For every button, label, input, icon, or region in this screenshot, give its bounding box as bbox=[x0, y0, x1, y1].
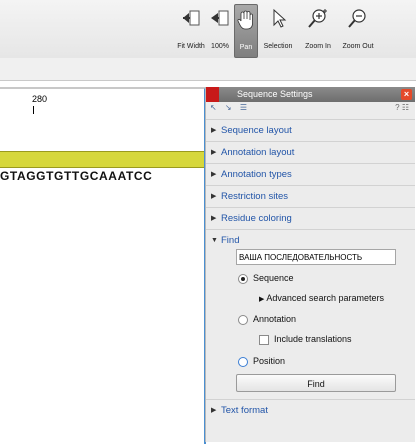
panel-title-bar: Sequence Settings × bbox=[206, 87, 415, 102]
panel-toolbar: ↖ ↘ ☰ ? ☷ bbox=[206, 102, 415, 116]
zoom-out-button[interactable]: Zoom Out bbox=[338, 4, 378, 56]
section-annotation-types[interactable]: ▶ Annotation types bbox=[206, 163, 415, 185]
expand-arrow-icon: ▶ bbox=[211, 171, 217, 178]
panel-tools-icons[interactable]: ↖ ↘ ☰ bbox=[210, 103, 250, 112]
expand-arrow-icon: ▶ bbox=[211, 127, 217, 134]
position-radio[interactable] bbox=[238, 357, 248, 367]
expand-arrow-icon: ▶ bbox=[211, 215, 217, 222]
collapse-arrow-icon: ▼ bbox=[211, 237, 218, 244]
help-icon[interactable]: ? ☷ bbox=[395, 103, 409, 112]
close-icon[interactable]: × bbox=[401, 89, 412, 100]
zoom-in-icon bbox=[308, 9, 327, 28]
zoom-in-button[interactable]: Zoom In bbox=[300, 4, 336, 56]
position-radio-label: Position bbox=[253, 356, 286, 366]
zoom-100-button[interactable]: 100% bbox=[206, 4, 234, 56]
zoom-out-icon bbox=[348, 9, 366, 28]
section-find[interactable]: ▼ Find bbox=[206, 229, 415, 251]
view-header-bar bbox=[0, 58, 416, 81]
annotation-radio-label: Annotation bbox=[253, 314, 297, 324]
sequence-text[interactable]: GTAGGTGTTGCAAATCC bbox=[0, 169, 204, 183]
expand-arrow-icon: ▶ bbox=[259, 296, 265, 303]
sequence-view[interactable]: 280 GTAGGTGTTGCAAATCC bbox=[0, 87, 206, 444]
include-translations-checkbox[interactable] bbox=[259, 335, 269, 345]
sequence-radio[interactable] bbox=[238, 274, 248, 284]
panel-title: Sequence Settings bbox=[237, 89, 313, 99]
advanced-search-toggle[interactable]: ▶ Advanced search parameters bbox=[259, 293, 384, 303]
ruler-tick bbox=[33, 106, 34, 114]
hand-icon bbox=[237, 10, 253, 30]
sequence-settings-panel: Sequence Settings × ↖ ↘ ☰ ? ☷ ▶ Sequence… bbox=[205, 87, 415, 442]
expand-arrow-icon: ▶ bbox=[211, 407, 217, 414]
fit-width-button[interactable]: Fit Width bbox=[176, 4, 206, 56]
sequence-radio-label: Sequence bbox=[253, 273, 294, 283]
selection-button[interactable]: Selection bbox=[258, 4, 298, 56]
pan-button[interactable]: Pan bbox=[234, 4, 258, 58]
section-sequence-layout[interactable]: ▶ Sequence layout bbox=[206, 119, 415, 141]
section-text-format[interactable]: ▶ Text format bbox=[206, 399, 415, 421]
expand-arrow-icon: ▶ bbox=[211, 193, 217, 200]
find-search-input[interactable]: ВАША ПОСЛЕДОВАТЕЛЬНОСТЬ bbox=[236, 249, 396, 265]
include-translations-label: Include translations bbox=[274, 334, 352, 344]
ruler-position-label: 280 bbox=[32, 94, 48, 104]
zoom-100-icon bbox=[211, 10, 229, 26]
panel-color-strip bbox=[206, 87, 219, 102]
annotation-bar[interactable] bbox=[0, 151, 204, 168]
toolbar: Fit Width 100% Pan Selection Zoom In Zoo… bbox=[0, 0, 416, 58]
annotation-radio[interactable] bbox=[238, 315, 248, 325]
fit-width-icon bbox=[183, 10, 200, 26]
section-restriction-sites[interactable]: ▶ Restriction sites bbox=[206, 185, 415, 207]
section-residue-coloring[interactable]: ▶ Residue coloring bbox=[206, 207, 415, 229]
section-annotation-layout[interactable]: ▶ Annotation layout bbox=[206, 141, 415, 163]
pointer-icon bbox=[273, 8, 287, 28]
find-button[interactable]: Find bbox=[236, 374, 396, 392]
expand-arrow-icon: ▶ bbox=[211, 149, 217, 156]
